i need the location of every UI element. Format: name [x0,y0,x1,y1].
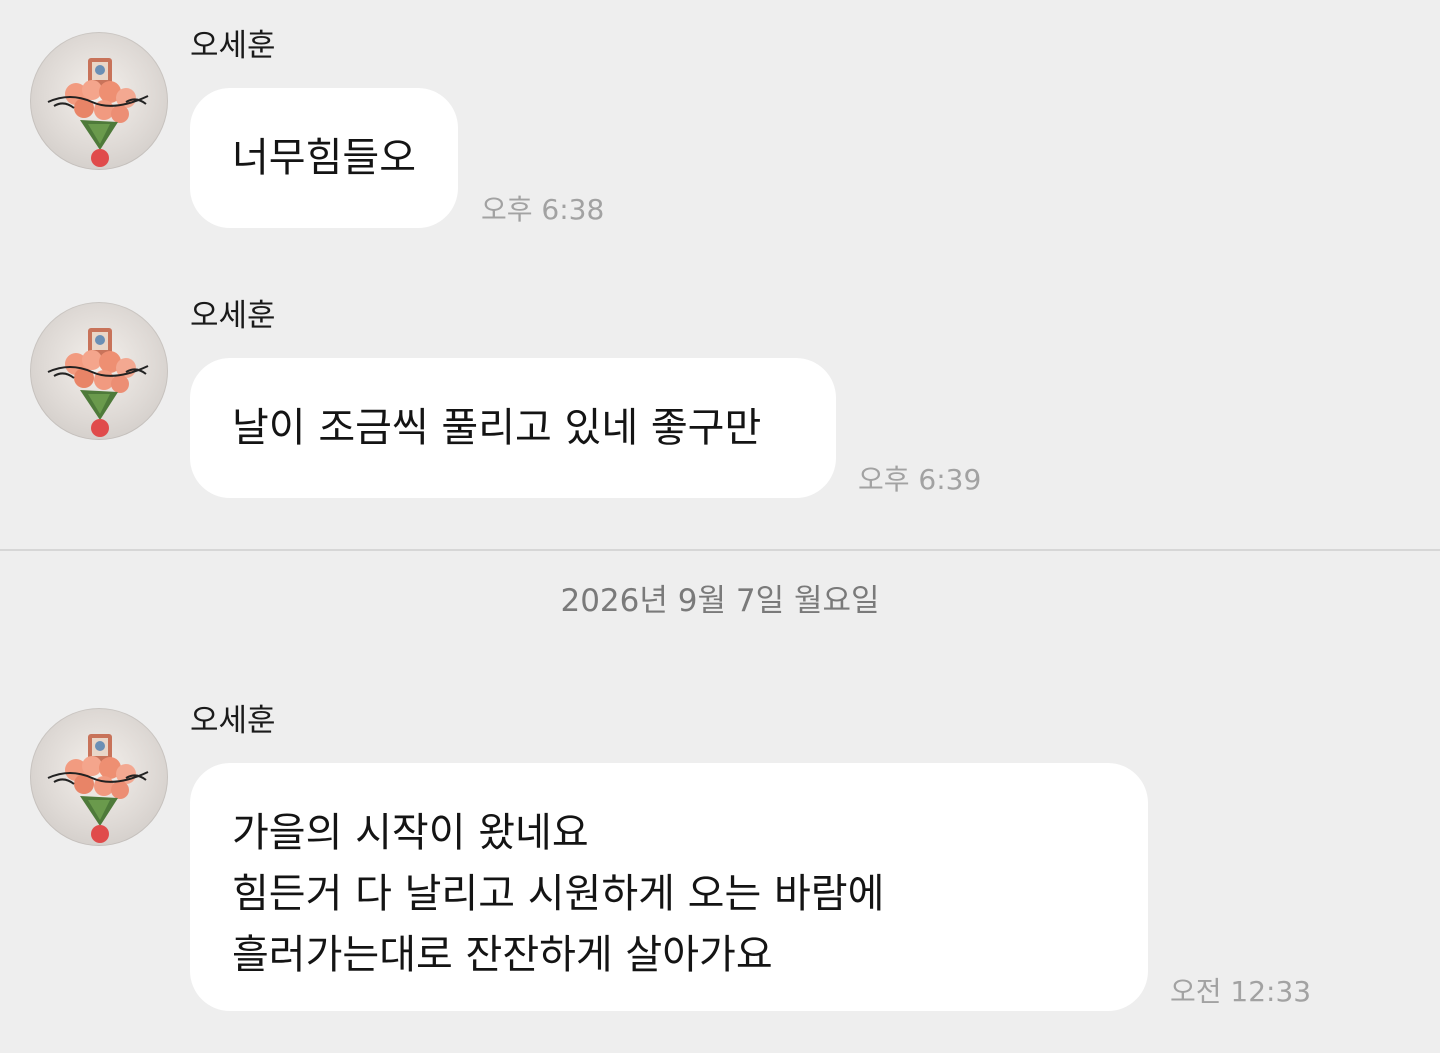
message-bubble[interactable]: 가을의 시작이 왔네요 힘든거 다 날리고 시원하게 오는 바람에 흘러가는대로… [190,763,1148,1011]
message-bubble[interactable]: 너무힘들오 [190,88,458,228]
date-separator: 2026년 9월 7일 월요일 [560,583,880,619]
sender-name: 오세훈 [190,28,276,64]
message-text-line: 힘든거 다 날리고 시원하게 오는 바람에 [232,871,885,917]
message-bubble[interactable]: 날이 조금씩 풀리고 있네 좋구만 [190,358,836,498]
avatar-flower-bouquet-icon [47,734,149,843]
message-text: 너무힘들오 [232,135,416,181]
message-timestamp: 오후 6:38 [481,193,605,226]
sender-avatar[interactable] [30,32,168,170]
message-timestamp: 오전 12:33 [1170,975,1312,1008]
message-text-line: 가을의 시작이 왔네요 [232,810,589,856]
message-timestamp: 오후 6:39 [858,463,982,496]
date-divider-line [0,549,1440,551]
message-text-line: 흘러가는대로 잔잔하게 살아가요 [232,932,773,978]
sender-avatar[interactable] [30,302,168,440]
sender-name: 오세훈 [190,298,276,334]
avatar-flower-bouquet-icon [47,58,149,167]
avatar-flower-bouquet-icon [47,328,149,437]
sender-avatar[interactable] [30,708,168,846]
sender-name: 오세훈 [190,703,276,739]
message-text: 날이 조금씩 풀리고 있네 좋구만 [232,405,762,451]
